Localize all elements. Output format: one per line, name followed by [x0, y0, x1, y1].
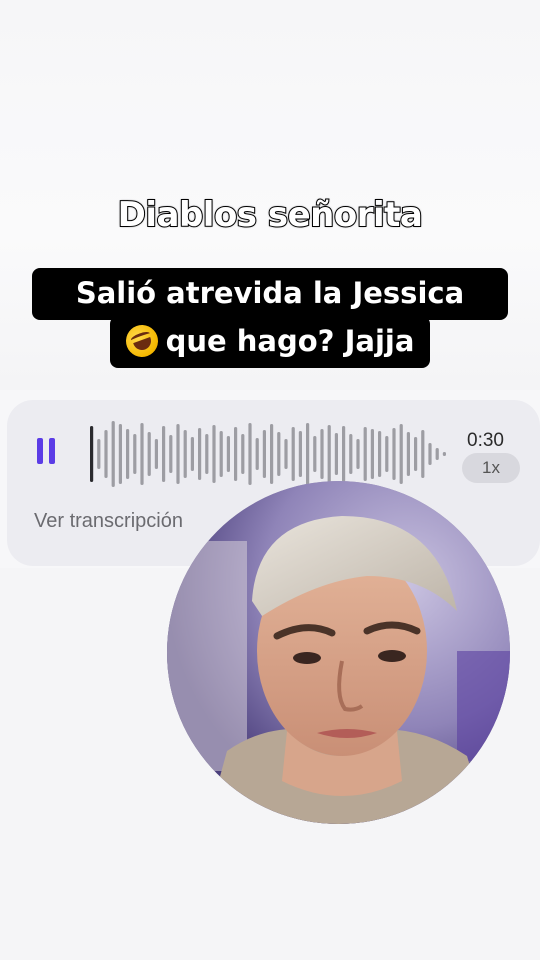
- waveform-bar: [219, 431, 223, 477]
- waveform-bar: [111, 421, 115, 487]
- waveform-bar: [356, 439, 360, 469]
- waveform-bar: [190, 437, 194, 471]
- view-transcript-link[interactable]: Ver transcripción: [34, 510, 183, 533]
- rolling-laughing-emoji-icon: [121, 320, 163, 362]
- waveform-bar: [241, 434, 245, 474]
- waveform-bar: [212, 425, 216, 483]
- waveform-bar: [262, 430, 266, 478]
- video-note-bubble[interactable]: [167, 481, 510, 824]
- waveform-bar: [327, 425, 331, 483]
- caption-box: Salió atrevida la Jessica que hago? Jajj…: [0, 268, 540, 368]
- waveform-bar: [176, 424, 180, 484]
- audio-waveform[interactable]: [88, 418, 448, 490]
- playback-speed-button[interactable]: 1x: [462, 453, 520, 483]
- waveform-bar: [428, 443, 432, 465]
- pause-icon-bar: [49, 438, 55, 464]
- waveform-bar: [234, 427, 238, 481]
- waveform-bar: [169, 435, 173, 473]
- waveform-bar: [306, 423, 310, 485]
- caption-line-2: que hago? Jajja: [109, 316, 431, 368]
- waveform-bar: [313, 436, 317, 472]
- waveform-bar: [255, 438, 259, 470]
- waveform-bar: [270, 424, 274, 484]
- waveform-bar: [154, 439, 158, 469]
- person-portrait-image: [167, 481, 510, 824]
- waveform-bar: [421, 430, 425, 478]
- waveform-bar: [399, 424, 403, 484]
- waveform-bar: [370, 429, 374, 479]
- waveform-bar: [414, 437, 418, 471]
- waveform-bar: [392, 428, 396, 480]
- pause-icon: [37, 438, 43, 464]
- waveform-bar: [97, 439, 101, 469]
- waveform-bar: [334, 433, 338, 475]
- waveform-bar: [118, 424, 122, 484]
- waveform-bar: [226, 436, 230, 472]
- waveform-bar: [90, 426, 94, 482]
- pause-button[interactable]: [37, 438, 61, 468]
- waveform-bar: [363, 427, 367, 481]
- waveform-bar: [104, 430, 108, 478]
- title-caption: Diablos señorita: [117, 194, 424, 236]
- waveform-bar: [140, 423, 144, 485]
- waveform-bar: [298, 431, 302, 477]
- waveform-bar: [442, 452, 446, 456]
- waveform-bar: [406, 432, 410, 476]
- waveform-bar: [385, 436, 389, 472]
- waveform-bar: [342, 426, 346, 482]
- duration-label: 0:30: [467, 430, 504, 451]
- waveform-bar: [147, 432, 151, 476]
- waveform-bar: [320, 429, 324, 479]
- waveform-bar: [248, 423, 252, 485]
- waveform-bar: [435, 448, 439, 460]
- waveform-bar: [284, 439, 288, 469]
- caption-line-2-text: que hago? Jajja: [165, 324, 415, 358]
- waveform-bar: [205, 434, 209, 474]
- waveform-bar: [133, 434, 137, 474]
- waveform-bar: [198, 428, 202, 480]
- waveform-bar: [277, 432, 281, 476]
- waveform-bar: [183, 430, 187, 478]
- waveform-bar: [126, 429, 130, 479]
- waveform-bar: [291, 427, 295, 481]
- waveform-bar: [378, 431, 382, 477]
- waveform-bar: [162, 426, 166, 482]
- caption-line-1: Salió atrevida la Jessica: [32, 268, 508, 320]
- waveform-bar: [349, 434, 353, 474]
